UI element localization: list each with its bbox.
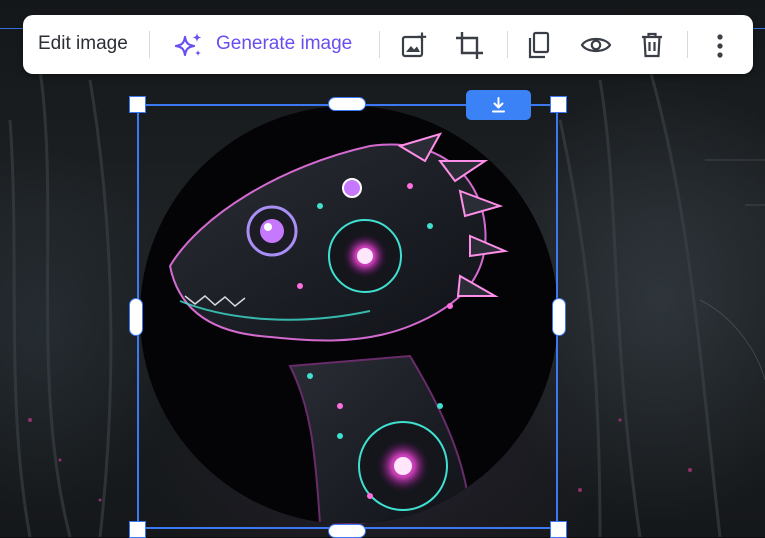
resize-handle-bottom[interactable] [328, 524, 366, 538]
sparkle-icon [174, 33, 202, 57]
resize-handle-bottom-left[interactable] [129, 521, 146, 538]
resize-handle-top-right[interactable] [550, 96, 567, 113]
toolbar-divider [379, 31, 380, 58]
edit-image-button[interactable]: Edit image [38, 33, 128, 55]
more-vertical-icon[interactable] [716, 34, 724, 58]
resize-handle-top[interactable] [328, 97, 366, 111]
image-selection-frame [137, 104, 558, 529]
eye-icon[interactable] [580, 35, 612, 55]
resize-handle-left[interactable] [129, 298, 143, 336]
trash-icon[interactable] [641, 32, 663, 58]
resize-handle-right[interactable] [552, 298, 566, 336]
toolbar-divider [149, 31, 150, 58]
image-add-icon[interactable] [400, 31, 428, 59]
resize-handle-top-left[interactable] [129, 96, 146, 113]
download-button[interactable] [466, 90, 531, 120]
toolbar-divider [507, 31, 508, 58]
toolbar-divider [687, 31, 688, 58]
generate-image-label: Generate image [216, 33, 353, 54]
generate-image-button[interactable]: Generate image [171, 23, 361, 66]
resize-handle-bottom-right[interactable] [550, 521, 567, 538]
download-icon [492, 97, 505, 113]
image-toolbar: Edit image Generate image [23, 15, 753, 74]
crop-icon[interactable] [454, 30, 485, 61]
duplicate-icon[interactable] [525, 31, 551, 59]
